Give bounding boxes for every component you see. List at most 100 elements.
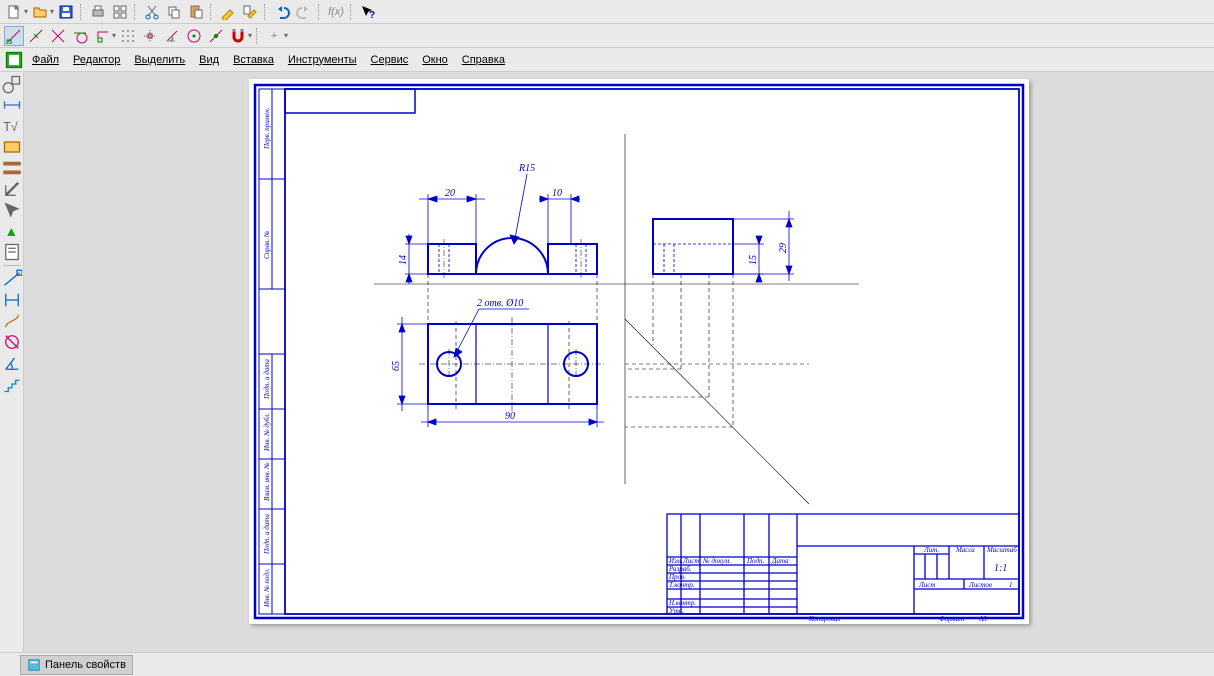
open-button[interactable] — [30, 2, 50, 22]
copy-button[interactable] — [164, 2, 184, 22]
text-tool-button[interactable]: T√ — [2, 116, 22, 136]
select-tool-button[interactable] — [2, 200, 22, 220]
standard-toolbar: ▾ ▾ f(x) ? — [0, 0, 1214, 24]
undo-button[interactable] — [272, 2, 292, 22]
canvas[interactable]: Перв. примен. Справ. № Подп. и дата Инв.… — [24, 72, 1214, 652]
fx-button[interactable]: f(x) — [326, 2, 346, 22]
snap-center-button[interactable] — [184, 26, 204, 46]
svg-text:Лист: Лист — [918, 581, 935, 589]
svg-text:Копировал: Копировал — [808, 615, 840, 623]
svg-text:Дата: Дата — [771, 557, 789, 565]
menu-insert[interactable]: Вставка — [227, 52, 280, 68]
aux-2-button[interactable] — [2, 311, 22, 331]
cut-button[interactable] — [142, 2, 162, 22]
left-toolbar: T√ ▲ — [0, 72, 24, 652]
print-button[interactable] — [88, 2, 108, 22]
svg-text:20: 20 — [445, 188, 455, 199]
aux-3-button[interactable] — [2, 332, 22, 352]
svg-text:Инв. № подл.: Инв. № подл. — [263, 568, 271, 608]
snap-angle-button[interactable] — [162, 26, 182, 46]
edit-tool-button[interactable] — [2, 137, 22, 157]
svg-text:Листов: Листов — [968, 581, 992, 589]
dimension-tool-button[interactable] — [2, 95, 22, 115]
snap-align-button[interactable] — [140, 26, 160, 46]
svg-text:Подп. и дата: Подп. и дата — [263, 514, 271, 555]
svg-text:Масштаб: Масштаб — [986, 546, 1017, 554]
properties-panel-button[interactable]: Панель свойств — [20, 655, 133, 675]
svg-text:Утв.: Утв. — [669, 607, 684, 615]
svg-text:Изм.: Изм. — [668, 557, 683, 565]
svg-text:№ докум.: № докум. — [702, 557, 731, 565]
svg-text:15: 15 — [748, 255, 759, 265]
snap-intersection-button[interactable] — [48, 26, 68, 46]
new-doc-button[interactable] — [4, 2, 24, 22]
preview-button[interactable] — [110, 2, 130, 22]
measure-tool-button[interactable] — [2, 179, 22, 199]
svg-text:Н.контр.: Н.контр. — [668, 599, 696, 607]
svg-text:Пров.: Пров. — [668, 573, 686, 581]
svg-text:Инв. № дубл.: Инв. № дубл. — [263, 413, 271, 452]
magnet-button[interactable] — [228, 26, 248, 46]
drawing-sheet: Перв. примен. Справ. № Подп. и дата Инв.… — [249, 79, 1029, 624]
svg-text:Подп.: Подп. — [746, 557, 765, 565]
svg-text:14: 14 — [398, 255, 409, 265]
menu-editor[interactable]: Редактор — [67, 52, 126, 68]
svg-text:29: 29 — [778, 243, 789, 253]
snap-nearest-button[interactable] — [26, 26, 46, 46]
svg-text:2 отв. Ø10: 2 отв. Ø10 — [477, 298, 523, 309]
copy-props-button[interactable] — [240, 2, 260, 22]
snap-toolbar: ▾ ▾ +▾ — [0, 24, 1214, 48]
spec-tool-button[interactable]: ▲ — [2, 221, 22, 241]
bottom-bar: Панель свойств — [0, 652, 1214, 676]
svg-text:1: 1 — [1009, 581, 1013, 589]
menu-view[interactable]: Вид — [193, 52, 225, 68]
aux-line-button[interactable] — [2, 269, 22, 289]
svg-text:Масса: Масса — [955, 546, 975, 554]
menu-file[interactable]: Файл — [26, 52, 65, 68]
app-icon — [4, 50, 24, 70]
svg-text:Формат: Формат — [939, 615, 964, 623]
svg-text:1:1: 1:1 — [994, 563, 1007, 574]
svg-text:T√: T√ — [3, 120, 18, 134]
svg-text:10: 10 — [552, 188, 562, 199]
help-cursor-button[interactable]: ? — [358, 2, 378, 22]
menu-select[interactable]: Выделить — [128, 52, 191, 68]
svg-text:A3: A3 — [978, 615, 987, 623]
menubar: Файл Редактор Выделить Вид Вставка Инстр… — [0, 48, 1214, 72]
svg-text:Подп. и дата: Подп. и дата — [263, 359, 271, 400]
svg-text:90: 90 — [505, 411, 515, 422]
svg-text:Лист: Лист — [682, 557, 699, 565]
paste-button[interactable] — [186, 2, 206, 22]
svg-text:Т.контр.: Т.контр. — [669, 581, 695, 589]
svg-text:65: 65 — [391, 361, 402, 371]
save-button[interactable] — [56, 2, 76, 22]
params-tool-button[interactable] — [2, 158, 22, 178]
menu-service[interactable]: Сервис — [365, 52, 415, 68]
svg-text:Разраб.: Разраб. — [668, 565, 692, 573]
snap-perp-button[interactable] — [92, 26, 112, 46]
svg-text:Лит.: Лит. — [923, 546, 939, 554]
svg-text:Перв. примен.: Перв. примен. — [263, 107, 271, 150]
menu-help[interactable]: Справка — [456, 52, 511, 68]
menu-tools[interactable]: Инструменты — [282, 52, 363, 68]
geometry-tool-button[interactable] — [2, 74, 22, 94]
snap-mode-button[interactable]: + — [264, 26, 284, 46]
svg-text:R15: R15 — [518, 163, 535, 174]
properties-button[interactable] — [218, 2, 238, 22]
svg-text:Справ. №: Справ. № — [263, 230, 271, 259]
snap-endpoint-button[interactable] — [4, 26, 24, 46]
report-tool-button[interactable] — [2, 242, 22, 262]
svg-text:?: ? — [369, 10, 375, 20]
properties-panel-label: Панель свойств — [45, 659, 126, 671]
angle-tool-button[interactable] — [2, 353, 22, 373]
snap-point-button[interactable] — [206, 26, 226, 46]
stairs-tool-button[interactable] — [2, 374, 22, 394]
snap-tangent-button[interactable] — [70, 26, 90, 46]
svg-text:Взам. инв. №: Взам. инв. № — [263, 462, 271, 501]
snap-grid-button[interactable] — [118, 26, 138, 46]
menu-window[interactable]: Окно — [416, 52, 454, 68]
workspace: T√ ▲ — [0, 72, 1214, 652]
redo-button[interactable] — [294, 2, 314, 22]
aux-dim-button[interactable] — [2, 290, 22, 310]
svg-text:▲: ▲ — [4, 224, 18, 239]
